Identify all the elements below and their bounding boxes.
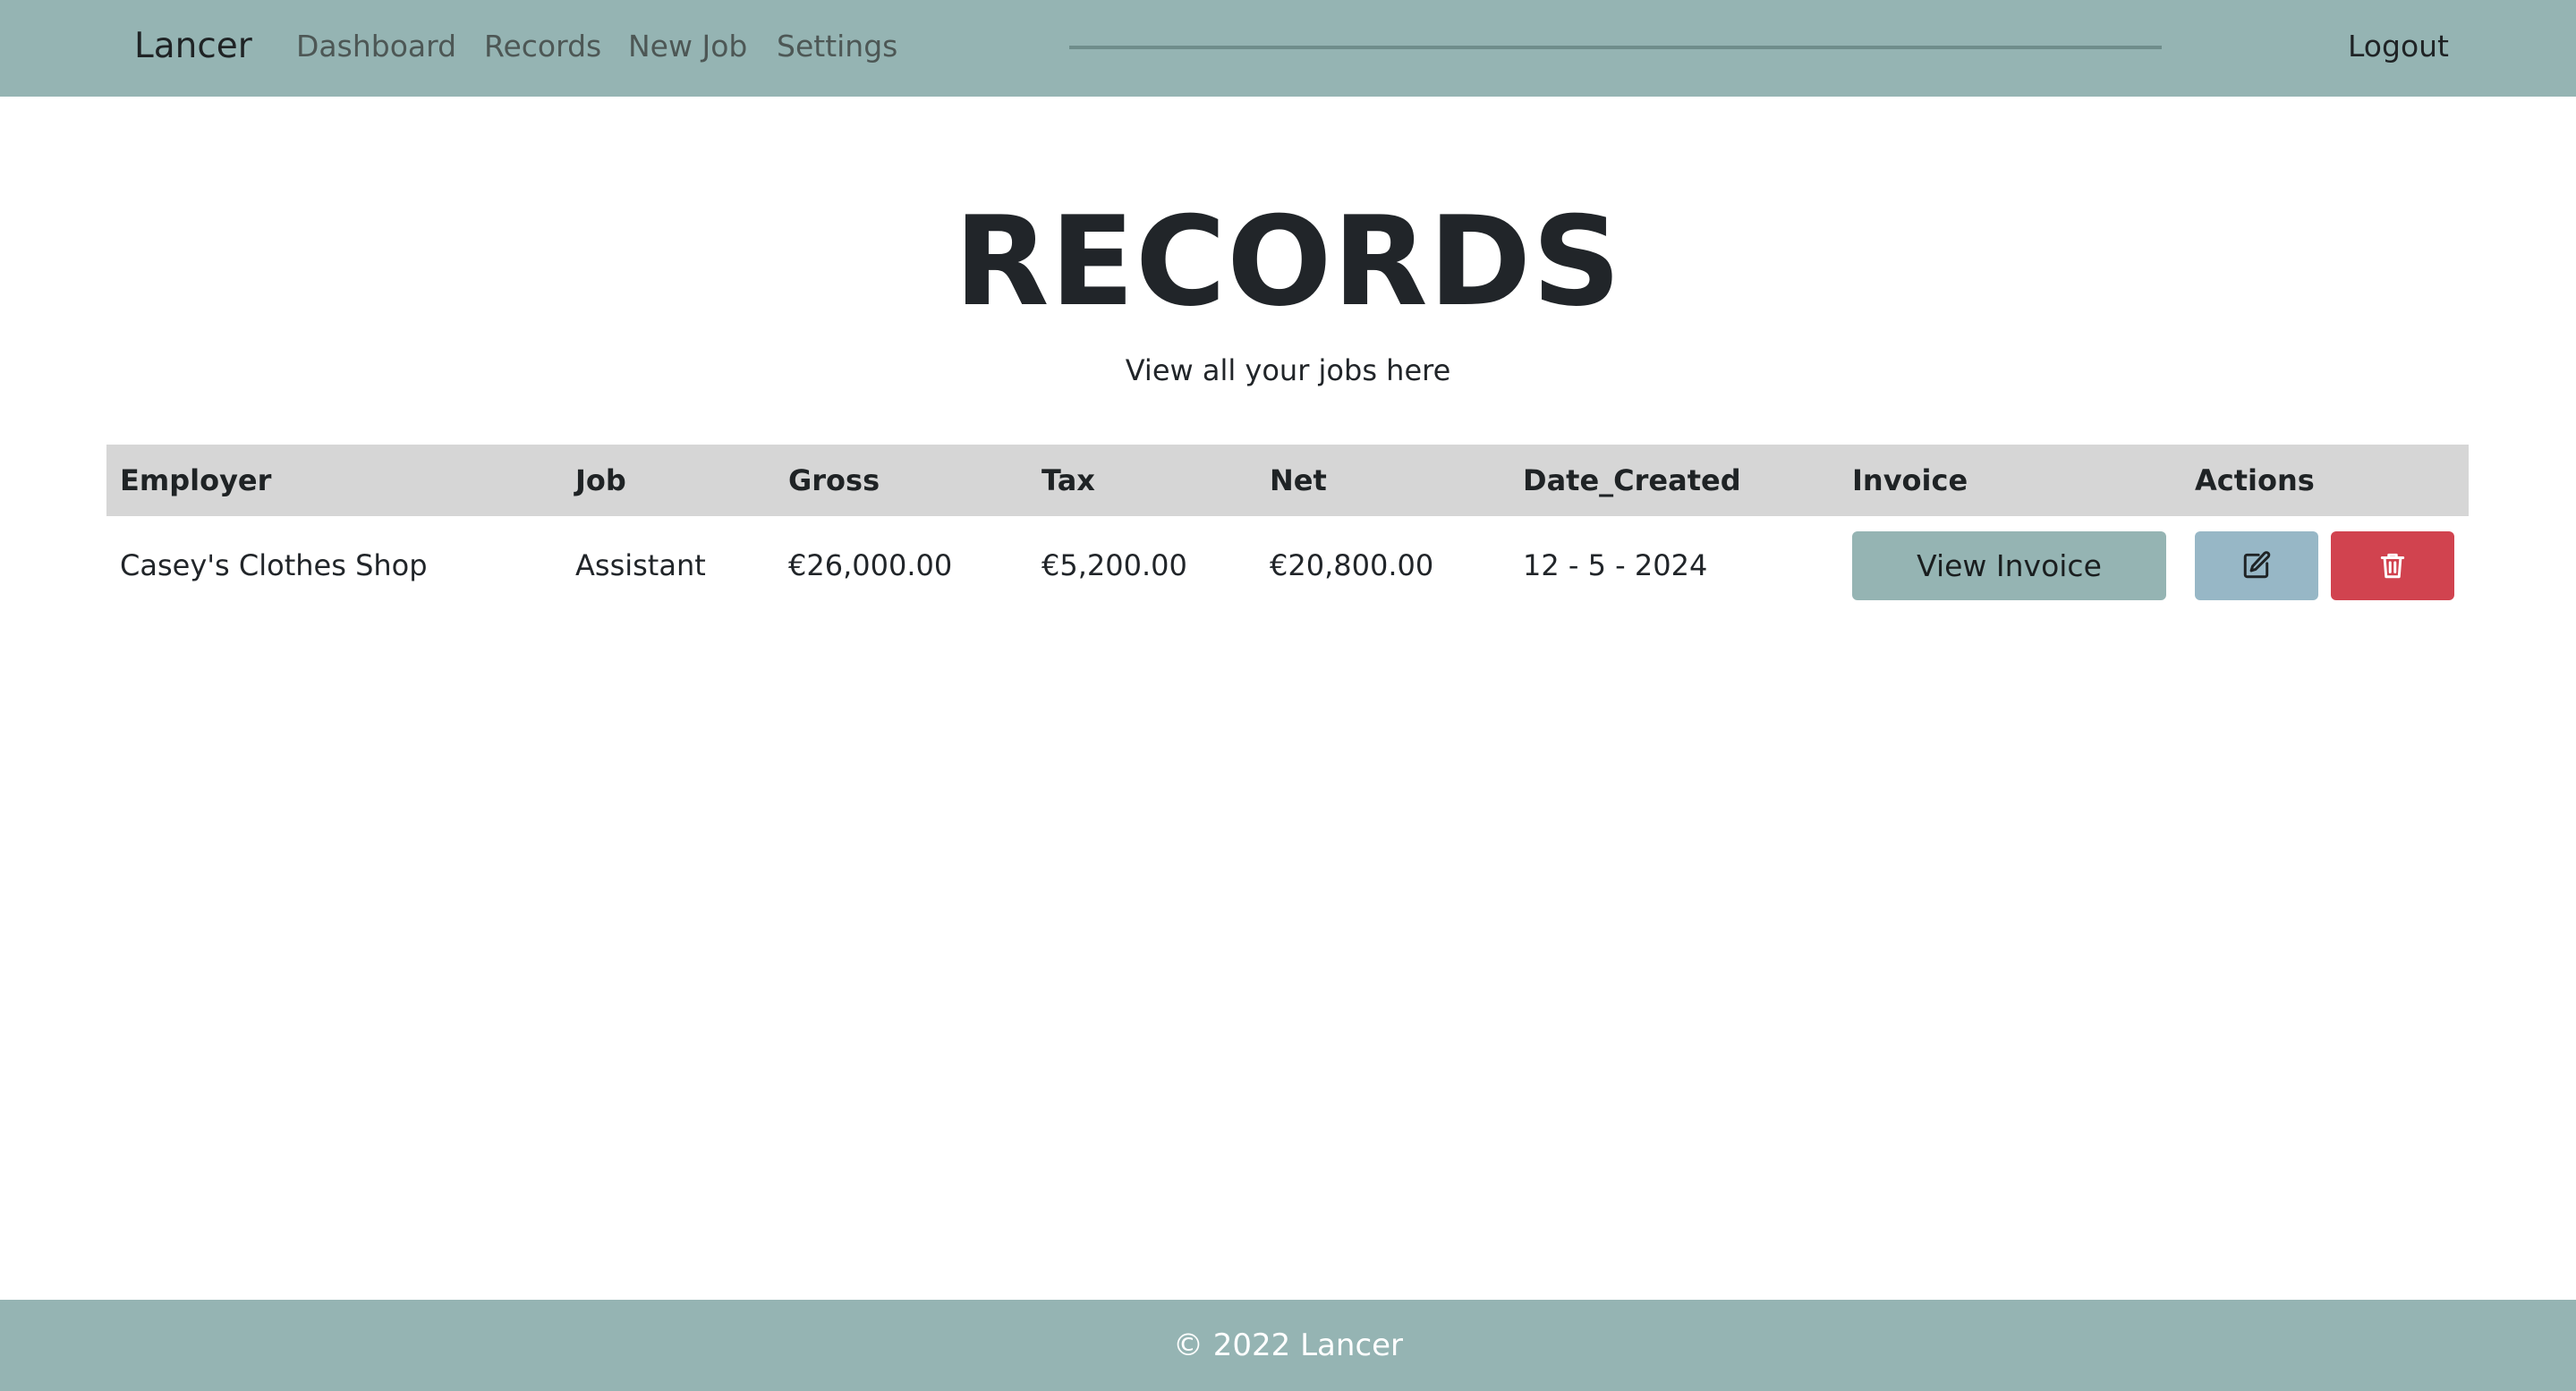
navbar-divider	[1069, 46, 2162, 49]
page-subtitle: View all your jobs here	[1125, 353, 1451, 387]
column-header-employer: Employer	[106, 445, 562, 516]
table-header-row: Employer Job Gross Tax Net Date_Created …	[106, 445, 2469, 516]
cell-tax: €5,200.00	[1041, 548, 1187, 582]
cell-employer: Casey's Clothes Shop	[120, 548, 428, 582]
page-title: RECORDS	[954, 190, 1622, 334]
cell-invoice: View Invoice	[1839, 516, 2181, 615]
cell-gross: €26,000.00	[788, 548, 953, 582]
pencil-square-icon	[2243, 551, 2271, 579]
records-table: Employer Job Gross Tax Net Date_Created …	[106, 445, 2469, 615]
column-header-gross: Gross	[775, 445, 1028, 516]
nav-link-dashboard[interactable]: Dashboard	[296, 27, 456, 66]
column-header-actions: Actions	[2181, 445, 2469, 516]
column-header-date-created: Date_Created	[1509, 445, 1839, 516]
cell-date-created: 12 - 5 - 2024	[1523, 548, 1708, 582]
cell-job: Assistant	[575, 548, 706, 582]
navbar: Lancer Dashboard Records New Job Setting…	[0, 0, 2576, 97]
brand-logo[interactable]: Lancer	[134, 25, 252, 68]
footer-copyright: © 2022 Lancer	[1172, 1327, 1404, 1363]
view-invoice-button[interactable]: View Invoice	[1852, 530, 2166, 600]
column-header-tax: Tax	[1028, 445, 1256, 516]
cell-actions	[2181, 516, 2469, 615]
column-header-job: Job	[562, 445, 775, 516]
cell-net: €20,800.00	[1270, 548, 1434, 582]
delete-button[interactable]	[2331, 530, 2454, 600]
column-header-net: Net	[1256, 445, 1509, 516]
nav-link-settings[interactable]: Settings	[777, 27, 897, 66]
logout-link[interactable]: Logout	[2348, 27, 2449, 66]
table-row: Casey's Clothes Shop Assistant €26,000.0…	[106, 516, 2469, 615]
nav-link-new-job[interactable]: New Job	[628, 27, 747, 66]
column-header-invoice: Invoice	[1839, 445, 2181, 516]
edit-button[interactable]	[2195, 530, 2318, 600]
footer: © 2022 Lancer	[0, 1300, 2576, 1391]
trash-icon	[2380, 553, 2405, 579]
nav-link-records[interactable]: Records	[484, 27, 601, 66]
